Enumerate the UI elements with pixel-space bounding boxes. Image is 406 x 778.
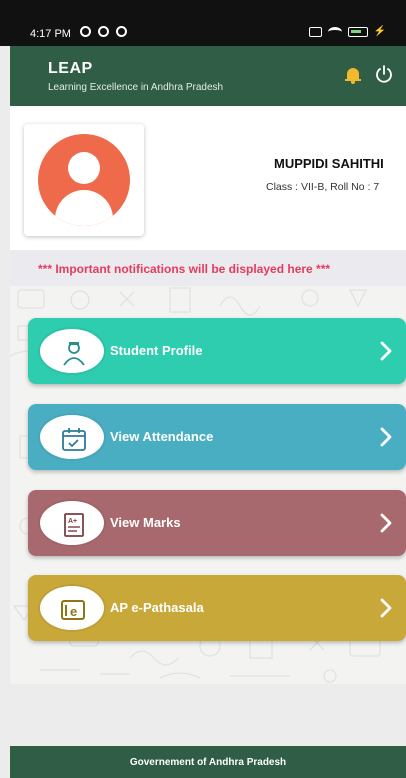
view-marks-button[interactable]: A+ View Marks <box>28 490 406 556</box>
menu-label: View Attendance <box>110 429 214 444</box>
menu-label: AP e-Pathasala <box>110 600 204 615</box>
book-icon: e <box>40 586 104 630</box>
app-notification-icon <box>98 26 109 37</box>
notification-text: *** Important notifications will be disp… <box>38 262 331 276</box>
app-subtitle: Learning Excellence in Andhra Pradesh <box>48 82 224 93</box>
menu-label: View Marks <box>110 515 181 530</box>
status-time: 4:17 PM <box>30 28 71 40</box>
menu-label: Student Profile <box>110 343 203 358</box>
battery-icon <box>347 26 368 37</box>
student-name: MUPPIDI SAHITHI <box>274 156 384 171</box>
power-icon[interactable] <box>374 64 394 84</box>
svg-text:A+: A+ <box>68 518 77 525</box>
chevron-right-icon <box>380 513 392 533</box>
avatar-card[interactable] <box>24 124 144 236</box>
bell-icon[interactable] <box>345 66 361 84</box>
status-system-icons: ⚡ <box>308 26 386 37</box>
chevron-right-icon <box>380 341 392 361</box>
student-profile-button[interactable]: Student Profile <box>28 318 406 384</box>
ap-e-pathasala-button[interactable]: e AP e-Pathasala <box>28 575 406 641</box>
profile-header: MUPPIDI SAHITHI Class : VII-B, Roll No :… <box>10 106 406 250</box>
app-notification-icon <box>116 26 127 37</box>
app-title: LEAP <box>48 60 93 77</box>
student-class-info: Class : VII-B, Roll No : 7 <box>266 181 380 193</box>
chevron-right-icon <box>380 598 392 618</box>
view-attendance-button[interactable]: View Attendance <box>28 404 406 470</box>
app-header: LEAP Learning Excellence in Andhra Prade… <box>10 46 406 106</box>
vibrate-icon <box>308 26 322 37</box>
marks-report-icon: A+ <box>40 501 104 545</box>
footer-text: Governement of Andhra Pradesh <box>129 757 287 768</box>
status-notification-icons <box>80 26 127 37</box>
footer: Governement of Andhra Pradesh <box>10 746 406 778</box>
status-bar: 4:17 PM ⚡ <box>0 0 406 46</box>
student-profile-icon <box>40 329 104 373</box>
avatar <box>38 134 130 226</box>
charging-icon: ⚡ <box>373 26 386 37</box>
chevron-right-icon <box>380 427 392 447</box>
sync-icon <box>80 26 91 37</box>
svg-text:e: e <box>70 604 77 619</box>
content-spacer <box>10 684 406 746</box>
wifi-icon <box>327 26 342 37</box>
calendar-check-icon <box>40 415 104 459</box>
notification-banner: *** Important notifications will be disp… <box>10 250 406 286</box>
app-screen: 4:17 PM ⚡ LEAP Learning Excellence in An… <box>0 0 406 778</box>
